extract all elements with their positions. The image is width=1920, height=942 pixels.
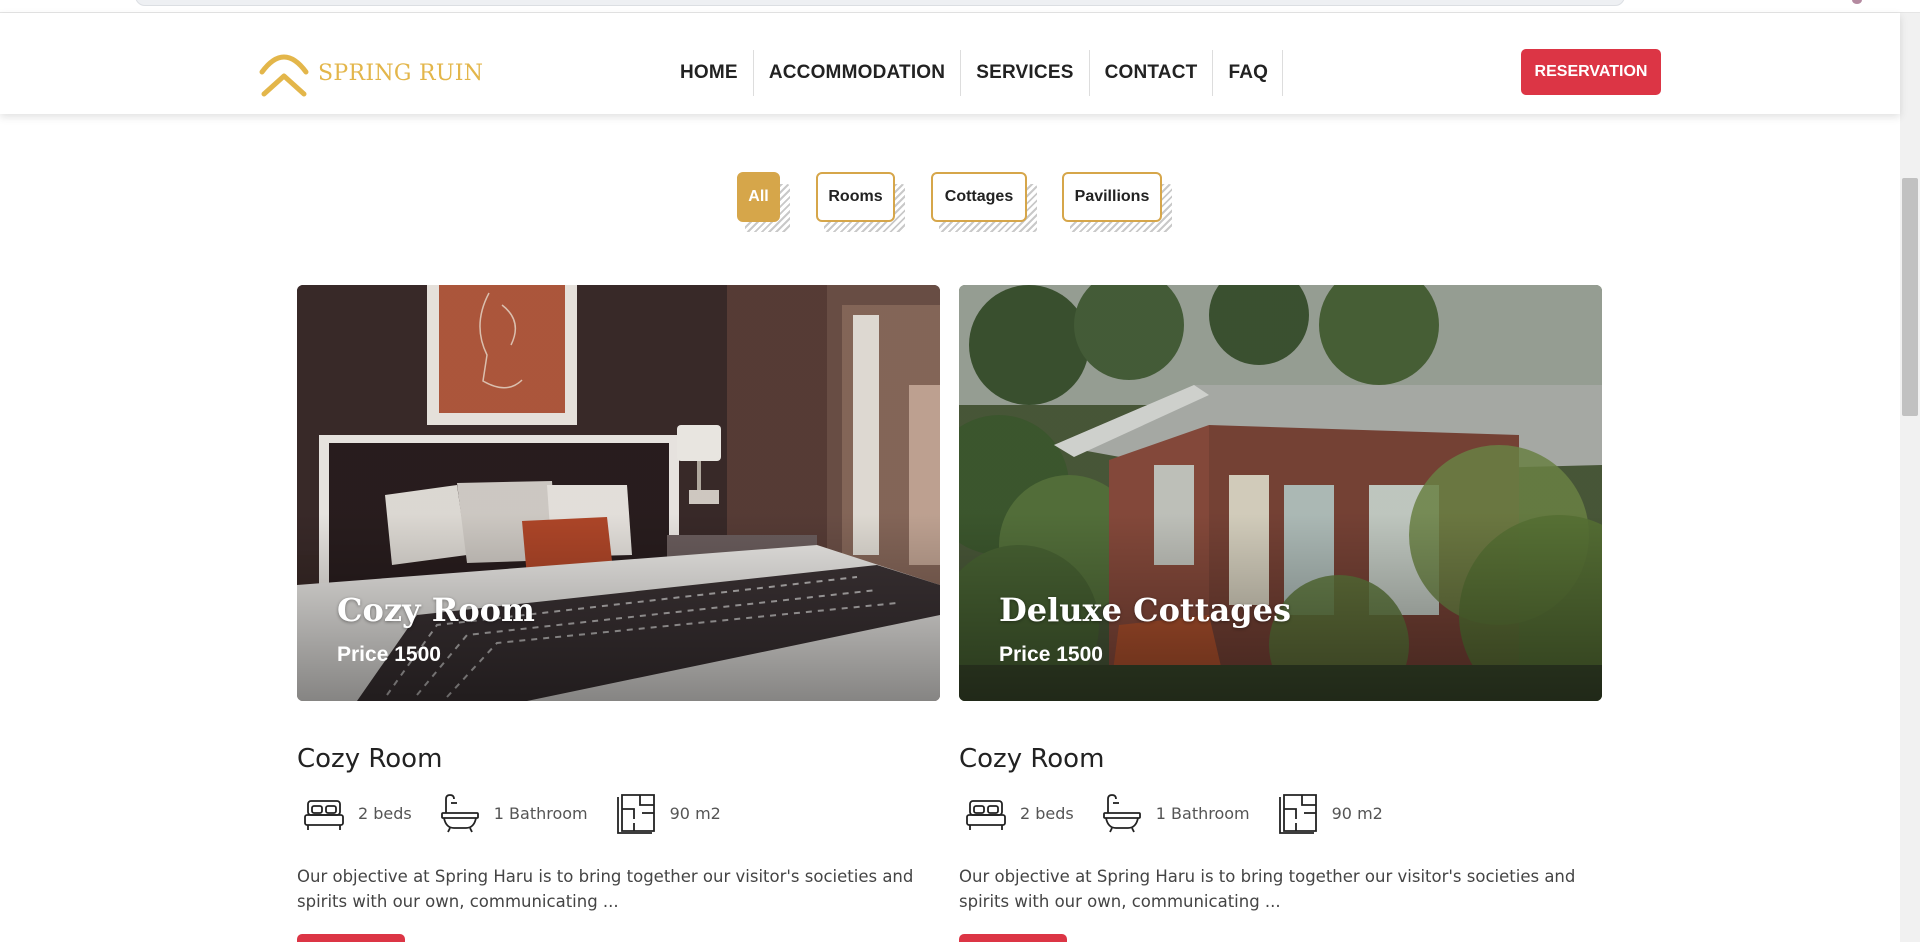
details-button[interactable] [959, 934, 1067, 942]
filter-rooms[interactable]: Rooms [816, 172, 905, 232]
page: SPRING RUIN HOME ACCOMMODATION SERVICES … [0, 0, 1920, 942]
logo-chevron-icon [259, 54, 309, 97]
bathtub-icon [1102, 794, 1141, 833]
address-bar[interactable] [135, 0, 1625, 6]
cottage-card-image[interactable]: Deluxe Cottages Price 1500 [959, 285, 1602, 701]
amenity-beds: 2 beds [302, 791, 412, 835]
beds-count: 2 beds [358, 803, 412, 823]
details-button[interactable] [297, 934, 405, 942]
nav-faq[interactable]: FAQ [1213, 50, 1284, 96]
site-header: SPRING RUIN HOME ACCOMMODATION SERVICES … [0, 13, 1900, 114]
bathroom-count: 1 Bathroom [493, 803, 588, 823]
card-image-title: Cozy Room [337, 591, 535, 629]
card-description: Our objective at Spring Haru is to bring… [297, 867, 914, 911]
bed-icon [304, 800, 344, 830]
card-title[interactable]: Cozy Room [959, 744, 1104, 774]
browser-toolbar [0, 0, 1920, 12]
filter-cottages[interactable]: Cottages [931, 172, 1037, 232]
beds-count: 2 beds [1020, 803, 1074, 823]
amenity-bathroom: 1 Bathroom [438, 791, 588, 835]
bathtub-icon [440, 794, 479, 833]
amenity-bathroom: 1 Bathroom [1100, 791, 1250, 835]
filter-all[interactable]: All [737, 172, 790, 232]
bed-icon [966, 800, 1006, 830]
area-size: 90 m2 [669, 803, 721, 823]
scrollbar-thumb[interactable] [1902, 178, 1918, 416]
category-filters: All Rooms Cottages Pavillions [0, 172, 1900, 232]
card-image-title: Deluxe Cottages [999, 591, 1291, 629]
floor-plan-icon [616, 794, 655, 834]
card-amenities: 2 beds 1 Bathroom 90 m2 [964, 791, 1409, 835]
page-scrollbar[interactable] [1900, 13, 1920, 942]
nav-accommodation[interactable]: ACCOMMODATION [754, 50, 962, 96]
area-size: 90 m2 [1331, 803, 1383, 823]
amenity-beds: 2 beds [964, 791, 1074, 835]
reservation-button[interactable]: RESERVATION [1521, 49, 1661, 95]
floor-plan-icon [1278, 794, 1317, 834]
room-card-image[interactable]: Cozy Room Price 1500 [297, 285, 940, 701]
nav-services[interactable]: SERVICES [961, 50, 1090, 96]
card-description: Our objective at Spring Haru is to bring… [959, 867, 1576, 911]
nav-home[interactable]: HOME [665, 50, 754, 96]
main-nav: HOME ACCOMMODATION SERVICES CONTACT FAQ [665, 50, 1284, 96]
amenity-area: 90 m2 [1276, 791, 1383, 835]
filter-pavillions[interactable]: Pavillions [1062, 172, 1172, 232]
logo[interactable]: SPRING RUIN [258, 48, 483, 98]
amenity-area: 90 m2 [614, 791, 721, 835]
card-title[interactable]: Cozy Room [297, 744, 442, 774]
profile-avatar[interactable] [1852, 0, 1862, 4]
nav-contact[interactable]: CONTACT [1090, 50, 1214, 96]
card-amenities: 2 beds 1 Bathroom 90 m2 [302, 791, 747, 835]
bathroom-count: 1 Bathroom [1155, 803, 1250, 823]
card-image-price: Price 1500 [337, 643, 441, 666]
card-image-price: Price 1500 [999, 643, 1103, 666]
logo-text: SPRING RUIN [318, 60, 484, 86]
